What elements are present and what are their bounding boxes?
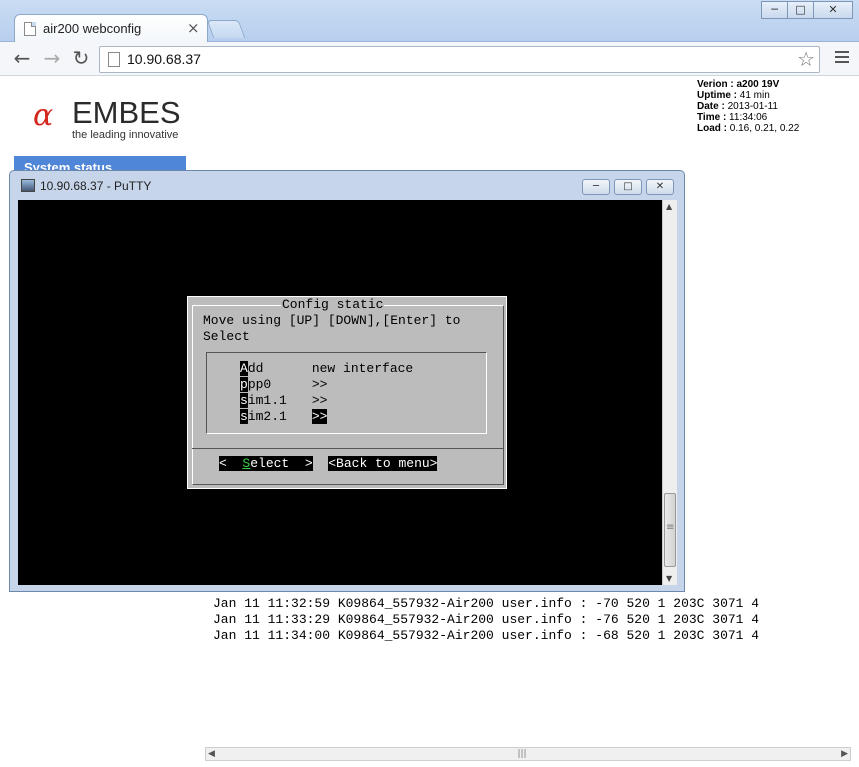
status-row: Verion : a200 19V (697, 79, 780, 90)
maximize-icon: □ (795, 3, 806, 16)
page-icon (24, 22, 36, 36)
forward-arrow-icon: → (43, 46, 61, 70)
terminal-scrollbar[interactable]: ▲ ▼ (662, 200, 677, 585)
menu-icon[interactable] (835, 51, 849, 67)
putty-maximize-button[interactable]: □ (614, 179, 642, 195)
window-controls: ─ □ ✕ (761, 1, 853, 19)
maximize-icon: □ (623, 181, 633, 192)
close-icon: ✕ (655, 181, 665, 192)
scroll-left-icon[interactable]: ◀ (208, 749, 215, 759)
close-icon: ✕ (828, 3, 838, 16)
status-row: Load : 0.16, 0.21, 0.22 (697, 123, 800, 134)
screen: air200 webconfig × ─ □ ✕ ← → ↻ 10.90.68.… (0, 0, 859, 767)
bookmark-star-icon[interactable]: ☆ (797, 47, 815, 71)
browser-tab-strip: air200 webconfig × ─ □ ✕ (0, 0, 859, 43)
logo-text: EMBES (72, 95, 181, 130)
close-window-button[interactable]: ✕ (813, 1, 853, 19)
dialog-separator (192, 448, 504, 449)
dialog-message: Move using [UP] [DOWN],[Enter] to Select (203, 313, 461, 344)
horizontal-scrollbar[interactable]: ◀ ||| ▶ (205, 747, 851, 761)
status-row: Date : 2013-01-11 (697, 101, 778, 112)
menu-item-ppp0[interactable]: ppp0 >> (240, 377, 327, 393)
minimize-icon: ─ (771, 3, 778, 16)
putty-window: 10.90.68.37 - PuTTY ─ □ ✕ Config static … (9, 170, 685, 592)
config-dialog: Config static Move using [UP] [DOWN],[En… (187, 296, 507, 489)
scroll-up-icon[interactable]: ▲ (666, 202, 672, 211)
status-row: Time : 11:34:06 (697, 112, 768, 123)
address-bar[interactable]: 10.90.68.37 ☆ (99, 46, 820, 73)
reload-icon: ↻ (72, 46, 90, 70)
putty-close-button[interactable]: ✕ (646, 179, 674, 195)
scroll-thumb[interactable]: ||| (516, 749, 528, 759)
scroll-thumb[interactable] (664, 493, 676, 567)
terminal[interactable]: Config static Move using [UP] [DOWN],[En… (18, 200, 662, 585)
scroll-right-icon[interactable]: ▶ (841, 749, 848, 759)
putty-title: 10.90.68.37 - PuTTY (40, 179, 152, 193)
menu-item-sim2[interactable]: sim2.1 >> (240, 409, 328, 425)
browser-toolbar: ← → ↻ 10.90.68.37 ☆ (0, 42, 859, 76)
log-line: Jan 11 11:34:00 K09864_557932-Air200 use… (213, 628, 760, 643)
log-line: Jan 11 11:32:59 K09864_557932-Air200 use… (213, 596, 760, 611)
tab-title: air200 webconfig (43, 21, 142, 36)
status-row: Uptime : 41 min (697, 90, 770, 101)
log-line: Jan 11 11:33:29 K09864_557932-Air200 use… (213, 612, 760, 627)
dialog-buttons: < Select > <Back to menu> (219, 456, 438, 472)
dialog-title: Config static (281, 297, 385, 312)
reload-button[interactable]: ↻ (69, 47, 93, 71)
browser-tab[interactable]: air200 webconfig × (14, 14, 208, 43)
back-button[interactable]: ← (10, 47, 34, 71)
device-status: Verion : a200 19V Uptime : 41 min Date :… (697, 79, 799, 134)
putty-window-controls: ─ □ ✕ (578, 179, 674, 195)
new-tab-button[interactable] (206, 20, 246, 38)
logo-mark-icon: ɑ (33, 98, 54, 133)
putty-icon (21, 179, 35, 192)
minimize-button[interactable]: ─ (761, 1, 788, 19)
back-to-menu-button[interactable]: <Back to menu> (328, 456, 438, 471)
tab-close-icon[interactable]: × (187, 19, 200, 37)
url-text[interactable]: 10.90.68.37 (127, 51, 201, 67)
forward-button[interactable]: → (40, 47, 64, 71)
menu-item-sim1[interactable]: sim1.1 >> (240, 393, 327, 409)
minimize-icon: ─ (592, 181, 600, 192)
menu-item-add[interactable]: Add new interface (240, 361, 413, 377)
maximize-button[interactable]: □ (787, 1, 814, 19)
page-icon (108, 52, 120, 67)
scroll-down-icon[interactable]: ▼ (666, 574, 672, 583)
putty-minimize-button[interactable]: ─ (582, 179, 610, 195)
select-button[interactable]: < Select > (219, 456, 313, 471)
back-arrow-icon: ← (13, 46, 31, 70)
logo-tagline: the leading innovative (72, 129, 179, 141)
